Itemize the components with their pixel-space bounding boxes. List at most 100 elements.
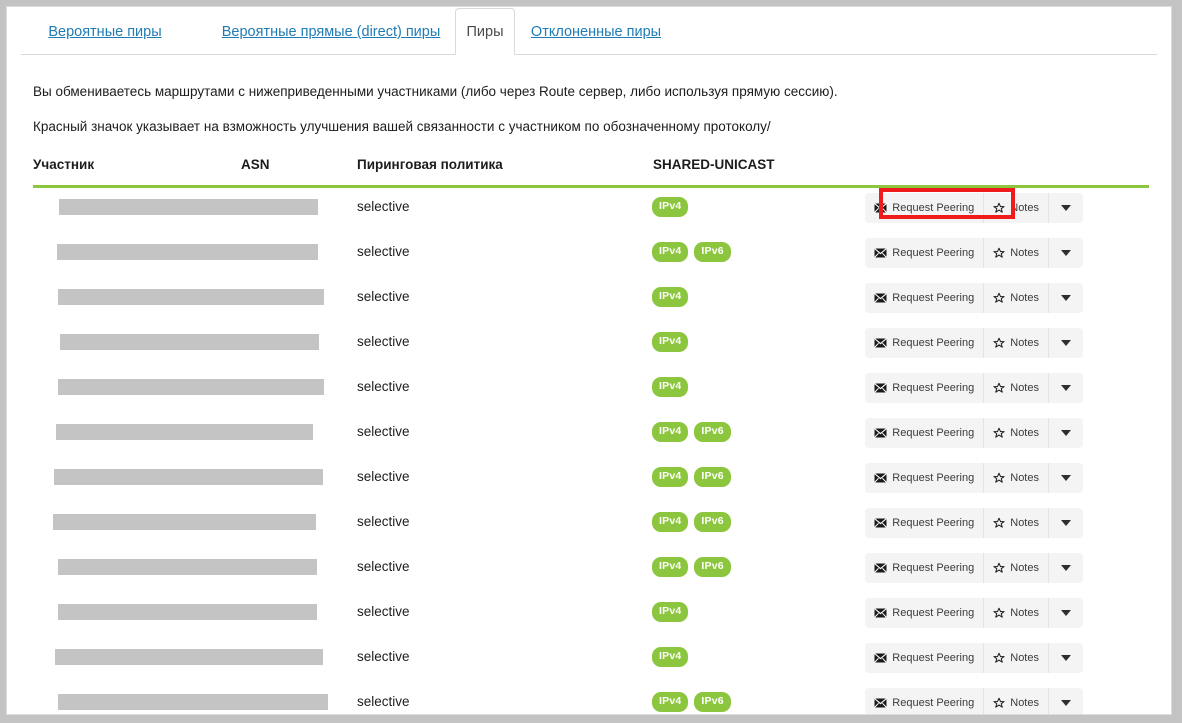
envelope-icon [874, 203, 888, 213]
caret-down-icon [1061, 385, 1071, 391]
protocol-badge-ipv6[interactable]: IPv6 [694, 242, 731, 262]
protocol-badges: IPv4 IPv6 [652, 557, 731, 577]
notes-button[interactable]: Notes [983, 373, 1048, 403]
row-more-options-button[interactable] [1048, 238, 1083, 268]
protocol-badges: IPv4 IPv6 [652, 422, 731, 442]
row-action-group: Request Peering Notes [865, 328, 1083, 358]
protocol-badge-ipv6[interactable]: IPv6 [694, 467, 731, 487]
row-more-options-button[interactable] [1048, 328, 1083, 358]
caret-down-icon [1061, 610, 1071, 616]
row-more-options-button[interactable] [1048, 553, 1083, 583]
request-peering-button[interactable]: Request Peering [865, 373, 984, 403]
notes-label: Notes [1010, 607, 1039, 619]
participant-name-redacted [57, 244, 318, 260]
table-row: selective IPv4 Request Peering Notes [33, 188, 1149, 233]
intro-line-2: Красный значок указывает на взможность у… [33, 118, 771, 134]
notes-button[interactable]: Notes [983, 418, 1048, 448]
row-more-options-button[interactable] [1048, 598, 1083, 628]
star-icon [993, 697, 1005, 709]
protocol-badge-ipv4[interactable]: IPv4 [652, 602, 689, 622]
participant-name-redacted [58, 379, 324, 395]
notes-button[interactable]: Notes [983, 193, 1048, 223]
notes-button[interactable]: Notes [983, 238, 1048, 268]
peering-policy-value: selective [357, 514, 410, 529]
tab-probable-direct-peers[interactable]: Вероятные прямые (direct) пиры [211, 9, 451, 55]
protocol-badge-ipv4[interactable]: IPv4 [652, 197, 689, 217]
row-action-group: Request Peering Notes [865, 283, 1083, 313]
participant-name-redacted [60, 334, 319, 350]
request-peering-label: Request Peering [892, 697, 975, 709]
request-peering-label: Request Peering [892, 562, 975, 574]
protocol-badge-ipv4[interactable]: IPv4 [652, 647, 689, 667]
request-peering-label: Request Peering [892, 607, 975, 619]
protocol-badges: IPv4 IPv6 [652, 512, 731, 532]
request-peering-button[interactable]: Request Peering [865, 283, 984, 313]
notes-button[interactable]: Notes [983, 463, 1048, 493]
protocol-badges: IPv4 IPv6 [652, 242, 731, 262]
protocol-badge-ipv4[interactable]: IPv4 [652, 467, 689, 487]
request-peering-button[interactable]: Request Peering [865, 193, 984, 223]
envelope-icon [874, 653, 888, 663]
peering-policy-value: selective [357, 559, 410, 574]
row-more-options-button[interactable] [1048, 418, 1083, 448]
request-peering-button[interactable]: Request Peering [865, 688, 984, 714]
protocol-badges: IPv4 [652, 287, 689, 307]
protocol-badges: IPv4 IPv6 [652, 467, 731, 487]
request-peering-button[interactable]: Request Peering [865, 598, 984, 628]
notes-button[interactable]: Notes [983, 688, 1048, 714]
request-peering-button[interactable]: Request Peering [865, 328, 984, 358]
participant-name-redacted [58, 694, 328, 710]
notes-label: Notes [1010, 562, 1039, 574]
protocol-badge-ipv4[interactable]: IPv4 [652, 332, 689, 352]
request-peering-button[interactable]: Request Peering [865, 463, 984, 493]
table-row: selective IPv4 IPv6 Request Peering Notes [33, 503, 1149, 548]
peers-table: Участник ASN Пиринговая политика SHARED-… [7, 157, 1171, 714]
tab-declined-peers[interactable]: Отклоненные пиры [521, 9, 671, 55]
request-peering-label: Request Peering [892, 337, 975, 349]
protocol-badges: IPv4 [652, 602, 689, 622]
tab-peers[interactable]: Пиры [455, 8, 515, 55]
protocol-badge-ipv4[interactable]: IPv4 [652, 377, 689, 397]
notes-button[interactable]: Notes [983, 508, 1048, 538]
protocol-badge-ipv4[interactable]: IPv4 [652, 557, 689, 577]
row-more-options-button[interactable] [1048, 193, 1083, 223]
row-more-options-button[interactable] [1048, 508, 1083, 538]
star-icon [993, 202, 1005, 214]
peering-policy-value: selective [357, 244, 410, 259]
protocol-badge-ipv6[interactable]: IPv6 [694, 422, 731, 442]
notes-button[interactable]: Notes [983, 598, 1048, 628]
protocol-badge-ipv4[interactable]: IPv4 [652, 287, 689, 307]
protocol-badge-ipv4[interactable]: IPv4 [652, 422, 689, 442]
tab-probable-peers[interactable]: Вероятные пиры [35, 9, 175, 55]
request-peering-button[interactable]: Request Peering [865, 508, 984, 538]
protocol-badge-ipv6[interactable]: IPv6 [694, 692, 731, 712]
protocol-badge-ipv6[interactable]: IPv6 [694, 512, 731, 532]
request-peering-button[interactable]: Request Peering [865, 553, 984, 583]
envelope-icon [874, 428, 888, 438]
protocol-badge-ipv4[interactable]: IPv4 [652, 692, 689, 712]
envelope-icon [874, 383, 888, 393]
row-more-options-button[interactable] [1048, 283, 1083, 313]
protocol-badge-ipv6[interactable]: IPv6 [694, 557, 731, 577]
request-peering-button[interactable]: Request Peering [865, 418, 984, 448]
table-row: selective IPv4 IPv6 Request Peering Notes [33, 413, 1149, 458]
request-peering-button[interactable]: Request Peering [865, 643, 984, 673]
notes-button[interactable]: Notes [983, 283, 1048, 313]
protocol-badge-ipv4[interactable]: IPv4 [652, 512, 689, 532]
notes-button[interactable]: Notes [983, 643, 1048, 673]
protocol-badge-ipv4[interactable]: IPv4 [652, 242, 689, 262]
row-more-options-button[interactable] [1048, 463, 1083, 493]
row-more-options-button[interactable] [1048, 688, 1083, 714]
row-more-options-button[interactable] [1048, 643, 1083, 673]
peering-policy-value: selective [357, 604, 410, 619]
peering-policy-value: selective [357, 469, 410, 484]
request-peering-label: Request Peering [892, 652, 975, 664]
row-action-group: Request Peering Notes [865, 463, 1083, 493]
row-more-options-button[interactable] [1048, 373, 1083, 403]
participant-name-redacted [53, 514, 316, 530]
request-peering-button[interactable]: Request Peering [865, 238, 984, 268]
row-action-group: Request Peering Notes [865, 688, 1083, 714]
request-peering-label: Request Peering [892, 247, 975, 259]
notes-button[interactable]: Notes [983, 553, 1048, 583]
notes-button[interactable]: Notes [983, 328, 1048, 358]
